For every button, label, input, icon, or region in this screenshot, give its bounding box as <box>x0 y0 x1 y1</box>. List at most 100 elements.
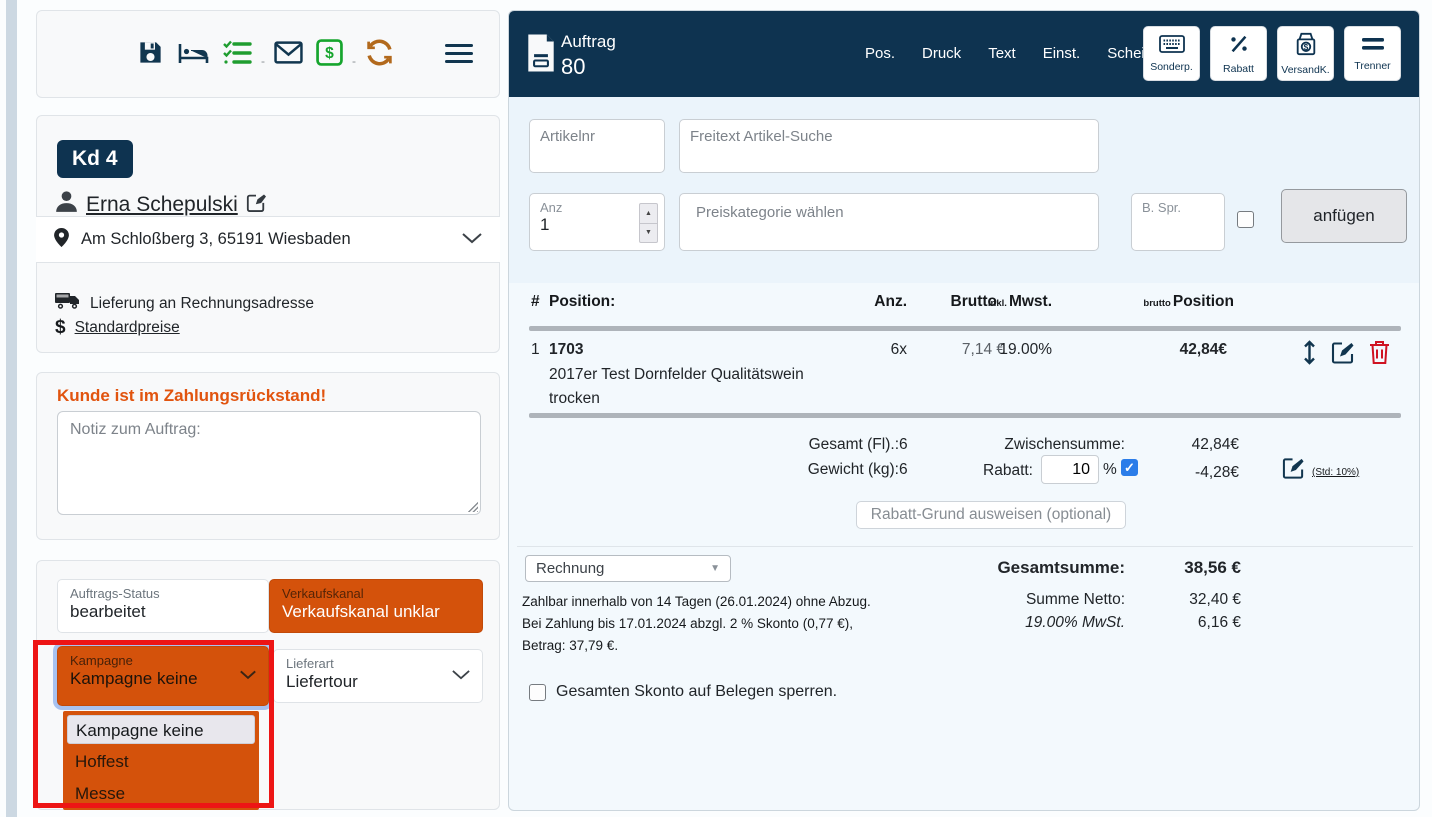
campaign-label: Kampagne <box>70 653 256 668</box>
delete-position-icon[interactable] <box>1369 340 1390 370</box>
versandkosten-label: VersandK. <box>1281 64 1329 76</box>
payment-arrears-warning: Kunde ist im Zahlungsrückstand! <box>57 386 326 406</box>
table-divider <box>529 326 1401 331</box>
document-type-select[interactable]: Rechnung ▼ <box>525 555 731 582</box>
customer-number-badge: Kd 4 <box>57 140 133 178</box>
payment-terms-line3: Betrag: 37,79 €. <box>522 638 618 653</box>
col-num-header: # <box>531 293 540 311</box>
toolbar-separator: - <box>261 54 265 68</box>
nav-einst[interactable]: Einst. <box>1043 45 1081 62</box>
col-position-header: Position: <box>549 293 615 311</box>
edit-discount-icon[interactable] <box>1282 457 1305 485</box>
quantity-stepper[interactable]: ▲▼ <box>639 203 658 243</box>
nav-druck[interactable]: Druck <box>922 45 961 62</box>
add-position-button[interactable]: anfügen <box>1281 189 1407 243</box>
trenner-button[interactable]: Trenner <box>1344 26 1401 81</box>
article-number: 1703 <box>549 341 583 359</box>
envelope-icon[interactable] <box>274 41 303 69</box>
discount-input[interactable] <box>1041 455 1099 484</box>
payment-terms-line2: Bei Zahlung bis 17.01.2024 abzgl. 2 % Sk… <box>522 616 853 631</box>
order-nav: Pos. Druck Text Einst. Scheine <box>865 45 1161 62</box>
sales-channel-box[interactable]: Verkaufskanal Verkaufskanal unklar <box>269 579 483 633</box>
nav-text[interactable]: Text <box>988 45 1016 62</box>
left-edge-strip <box>6 0 17 817</box>
weight-value: 6 <box>899 461 908 479</box>
checklist-icon[interactable] <box>222 39 252 71</box>
discount-reason-button[interactable]: Rabatt-Grund ausweisen (optional) <box>856 501 1126 529</box>
campaign-dropdown: Kampagne keine Hoffest Messe <box>63 711 259 810</box>
payment-terms-line1: Zahlbar innerhalb von 14 Tagen (26.01.20… <box>522 594 871 609</box>
standard-discount-note[interactable]: (Std: 10%) <box>1312 467 1359 478</box>
chevron-down-icon[interactable] <box>462 230 482 249</box>
artikelnr-input[interactable] <box>529 119 665 173</box>
order-status-value: bearbeitet <box>70 602 256 622</box>
order-note-input[interactable] <box>57 411 481 515</box>
discount-label: Rabatt: <box>933 462 1033 480</box>
rabatt-label: Rabatt <box>1223 63 1254 75</box>
document-icon <box>526 33 556 78</box>
subtotal-value: 42,84€ <box>1109 436 1239 454</box>
versandkosten-button[interactable]: $ VersandK. <box>1277 26 1334 81</box>
bspr-checkbox[interactable] <box>1237 211 1254 228</box>
percent-icon <box>1228 33 1250 60</box>
freitext-search-input[interactable] <box>679 119 1099 173</box>
dollar-square-icon[interactable]: $ <box>316 39 343 71</box>
col-position-sum-header: bruttoPosition <box>1104 293 1234 311</box>
rabatt-button[interactable]: Rabatt <box>1210 26 1267 81</box>
trenner-label: Trenner <box>1354 60 1390 72</box>
delivery-type-select[interactable]: Lieferart Liefertour <box>273 649 483 703</box>
toolbar-card: - $ - <box>36 10 500 98</box>
address-row[interactable]: Am Schloßberg 3, 65191 Wiesbaden <box>36 216 500 263</box>
customer-name-link[interactable]: Erna Schepulski <box>86 193 238 217</box>
refresh-icon[interactable] <box>365 39 394 71</box>
order-panel: Auftrag 80 Pos. Druck Text Einst. Schein… <box>508 10 1420 811</box>
bspr-field[interactable]: B. Spr. <box>1131 193 1225 251</box>
stepper-up-icon[interactable]: ▲ <box>640 204 657 224</box>
vat-label: 19.00% MwSt. <box>905 614 1125 632</box>
quantity-input[interactable] <box>540 215 600 235</box>
order-status-label: Auftrags-Status <box>70 586 256 601</box>
status-card: Auftrags-Status bearbeitet Verkaufskanal… <box>36 560 500 810</box>
separator-icon <box>1361 36 1385 57</box>
total-bottles-label: Gesamt (Fl).: <box>699 436 899 454</box>
sonderpreis-button[interactable]: Sonderp. <box>1143 26 1200 81</box>
position-mwst: 19.00% <box>922 341 1052 359</box>
truck-icon <box>55 293 81 315</box>
position-number: 1 <box>531 341 540 359</box>
map-pin-icon <box>54 228 69 252</box>
save-icon[interactable] <box>137 39 164 71</box>
customer-card: Kd 4 Erna Schepulski Am Schloßberg 3, 65… <box>36 115 500 353</box>
grand-total-value: 38,56 € <box>1111 558 1241 578</box>
document-type-value: Rechnung <box>536 560 604 577</box>
edit-position-icon[interactable] <box>1331 341 1355 370</box>
edit-customer-icon[interactable] <box>246 192 266 218</box>
quantity-field[interactable]: Anz ▲▼ <box>529 193 665 251</box>
order-number: 80 <box>561 54 585 80</box>
order-status-box[interactable]: Auftrags-Status bearbeitet <box>57 579 269 633</box>
bed-icon[interactable] <box>177 40 209 71</box>
campaign-option-hoffest[interactable]: Hoffest <box>67 747 255 776</box>
col-mwst-header: inkl.Mwst. <box>922 293 1052 311</box>
sales-channel-label: Verkaufskanal <box>282 586 470 601</box>
menu-icon[interactable] <box>445 44 473 68</box>
campaign-option-messe[interactable]: Messe <box>67 779 255 808</box>
toolbar-separator: - <box>352 54 356 68</box>
nav-pos[interactable]: Pos. <box>865 45 895 62</box>
weight-label: Gewicht (kg): <box>699 461 899 479</box>
person-icon <box>55 190 78 219</box>
vat-value: 6,16 € <box>1111 614 1241 632</box>
campaign-select[interactable]: Kampagne Kampagne keine <box>57 646 269 706</box>
sonderpreis-label: Sonderp. <box>1150 61 1193 73</box>
move-position-icon[interactable] <box>1302 339 1317 371</box>
keyboard-icon <box>1159 35 1185 58</box>
net-total-value: 32,40 € <box>1111 591 1241 609</box>
chevron-down-icon <box>240 667 256 685</box>
table-divider <box>529 413 1401 418</box>
price-category-link[interactable]: Standardpreise <box>75 319 180 337</box>
skonto-lock-checkbox[interactable] <box>529 684 546 701</box>
campaign-option-kampagne-keine[interactable]: Kampagne keine <box>67 715 255 744</box>
address-text: Am Schloßberg 3, 65191 Wiesbaden <box>81 230 351 249</box>
select-arrow-icon: ▼ <box>710 563 720 574</box>
price-category-input[interactable] <box>679 193 1099 251</box>
stepper-down-icon[interactable]: ▼ <box>640 224 657 243</box>
